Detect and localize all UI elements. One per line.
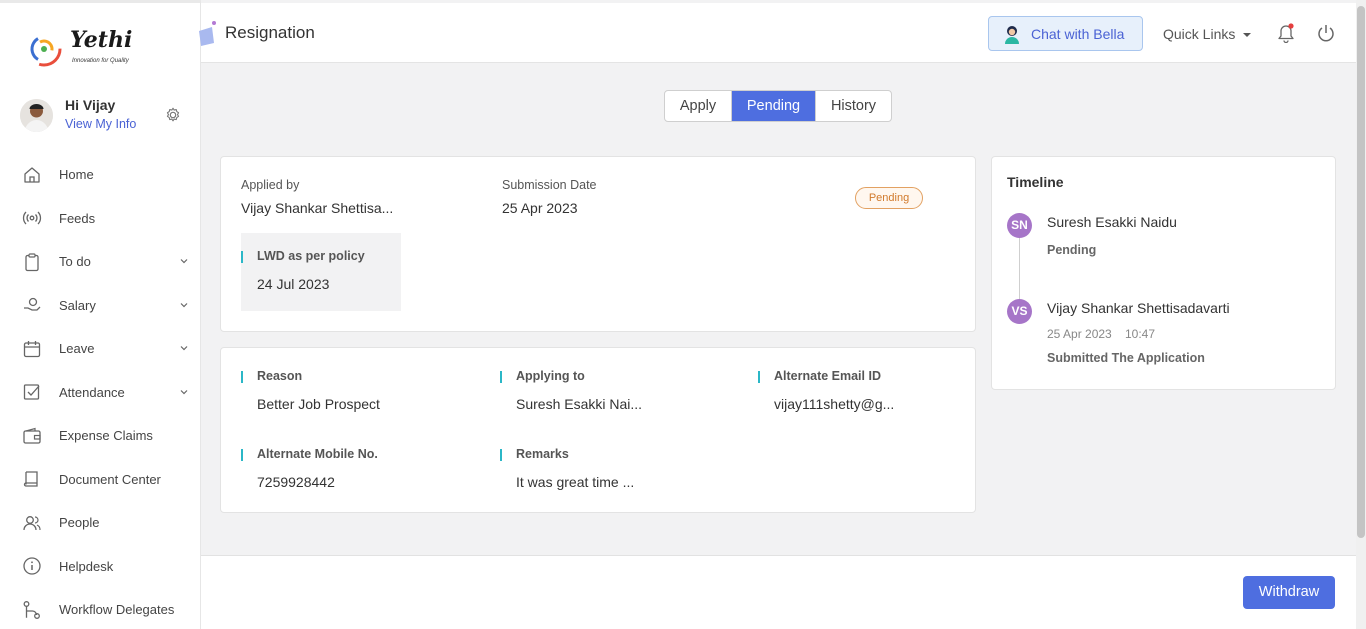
- timeline-entry-time: 10:47: [1125, 327, 1156, 341]
- caret-down-icon: [1243, 33, 1251, 37]
- power-logout-icon[interactable]: [1316, 23, 1336, 43]
- alternate-mobile-label: Alternate Mobile No.: [241, 447, 378, 461]
- logo-swirl-icon: [26, 31, 62, 67]
- chat-with-bella-button[interactable]: Chat with Bella: [988, 16, 1143, 51]
- status-tabs: Apply Pending History: [664, 90, 892, 122]
- applied-by-label: Applied by: [241, 178, 300, 192]
- sidebar-item-label: Expense Claims: [59, 428, 153, 444]
- sidebar-item-people[interactable]: People: [0, 501, 201, 545]
- tab-history[interactable]: History: [815, 91, 891, 121]
- timeline-entry-status: Submitted The Application: [1047, 351, 1205, 365]
- submission-date-value: 25 Apr 2023: [502, 200, 578, 216]
- reason-value: Better Job Prospect: [257, 396, 380, 412]
- clipboard-icon: [25, 253, 39, 271]
- action-footer: Withdraw: [201, 555, 1356, 629]
- feeds-icon: [22, 211, 42, 225]
- sidebar-item-feeds[interactable]: Feeds: [0, 197, 201, 241]
- workflow-icon: [23, 600, 40, 619]
- sidebar-item-label: People: [59, 515, 100, 531]
- chat-with-bella-label: Chat with Bella: [1031, 26, 1125, 42]
- applying-to-value: Suresh Esakki Nai...: [516, 396, 643, 412]
- sidebar-nav: Home Feeds To do Salary Leave Attendance: [0, 153, 201, 629]
- calendar-icon: [23, 340, 41, 357]
- submission-date-label: Submission Date: [502, 178, 597, 192]
- sidebar: Yethi Innovation for Quality Hi Vijay Vi…: [0, 0, 201, 629]
- sidebar-item-label: To do: [59, 254, 91, 270]
- timeline-avatar: VS: [1007, 299, 1032, 324]
- top-header: Resignation Chat with Bella Quick Links: [199, 3, 1356, 63]
- quick-links-dropdown[interactable]: Quick Links: [1163, 26, 1235, 42]
- alternate-mobile-value: 7259928442: [257, 474, 335, 490]
- logo-text: Yethi: [70, 27, 133, 53]
- sidebar-item-helpdesk[interactable]: Helpdesk: [0, 545, 201, 589]
- timeline-card: Timeline SN Suresh Esakki Naidu Pending …: [991, 156, 1336, 390]
- people-icon: [23, 515, 41, 530]
- resignation-summary-card: Applied by Vijay Shankar Shettisa... Sub…: [220, 156, 976, 332]
- gear-icon[interactable]: [164, 106, 182, 124]
- status-badge: Pending: [855, 187, 923, 209]
- timeline-connector: [1019, 237, 1020, 299]
- chevron-down-icon: [180, 302, 188, 307]
- lwd-label: LWD as per policy: [241, 249, 365, 263]
- sidebar-item-label: Attendance: [59, 384, 125, 400]
- attendance-icon: [23, 384, 40, 400]
- timeline-entry-status: Pending: [1047, 243, 1097, 257]
- timeline-entry-date: 25 Apr 2023: [1047, 327, 1112, 341]
- view-my-info-link[interactable]: View My Info: [65, 117, 136, 131]
- sidebar-item-expense-claims[interactable]: Expense Claims: [0, 414, 201, 458]
- sidebar-item-label: Feeds: [59, 210, 96, 226]
- remarks-value: It was great time ...: [516, 474, 635, 490]
- chevron-down-icon: [180, 346, 188, 351]
- withdraw-button[interactable]: Withdraw: [1243, 576, 1335, 609]
- book-icon: [23, 471, 38, 487]
- remarks-label: Remarks: [500, 447, 569, 461]
- sidebar-item-label: Salary: [59, 297, 96, 313]
- sidebar-item-leave[interactable]: Leave: [0, 327, 201, 371]
- sidebar-item-todo[interactable]: To do: [0, 240, 201, 284]
- reason-label: Reason: [241, 369, 302, 383]
- yethi-logo[interactable]: Yethi Innovation for Quality: [24, 27, 144, 71]
- sidebar-item-home[interactable]: Home: [0, 153, 201, 197]
- info-icon: [23, 557, 41, 575]
- sidebar-item-label: Helpdesk: [59, 558, 114, 574]
- chevron-down-icon: [180, 389, 188, 394]
- greeting: Hi Vijay: [65, 97, 116, 113]
- timeline-title: Timeline: [1007, 174, 1064, 190]
- sidebar-item-label: Document Center: [59, 471, 161, 487]
- sidebar-item-label: Leave: [59, 341, 95, 357]
- tab-pending[interactable]: Pending: [732, 91, 815, 121]
- lwd-value: 24 Jul 2023: [257, 276, 330, 292]
- scrollbar-thumb[interactable]: [1357, 6, 1365, 538]
- home-icon: [24, 167, 40, 183]
- chevron-down-icon: [180, 259, 188, 264]
- sidebar-item-label: Home: [59, 167, 94, 183]
- alternate-email-value: vijay111shetty@g...: [774, 396, 895, 412]
- avatar[interactable]: [20, 99, 53, 132]
- wallet-icon: [23, 427, 41, 444]
- sidebar-item-workflow-delegates[interactable]: Workflow Delegates: [0, 588, 201, 629]
- applying-to-label: Applying to: [500, 369, 585, 383]
- salary-icon: [24, 298, 41, 311]
- logo-tagline: Innovation for Quality: [72, 58, 129, 64]
- timeline-avatar: SN: [1007, 213, 1032, 238]
- bella-avatar-icon: [1005, 26, 1019, 44]
- timeline-entry-name: Vijay Shankar Shettisadavarti: [1047, 300, 1230, 316]
- resignation-details-card: Reason Better Job Prospect Applying to S…: [220, 347, 976, 513]
- sidebar-item-salary[interactable]: Salary: [0, 284, 201, 328]
- timeline-entry-name: Suresh Esakki Naidu: [1047, 214, 1177, 230]
- page-title: Resignation: [225, 23, 315, 42]
- applied-by-value: Vijay Shankar Shettisa...: [241, 200, 394, 216]
- sidebar-item-document-center[interactable]: Document Center: [0, 458, 201, 502]
- lwd-box: LWD as per policy 24 Jul 2023: [241, 233, 401, 311]
- profile-block: Hi Vijay View My Info: [20, 97, 190, 137]
- vertical-scrollbar[interactable]: [1356, 0, 1366, 629]
- alternate-email-label: Alternate Email ID: [758, 369, 881, 383]
- sidebar-item-label: Workflow Delegates: [59, 602, 175, 618]
- decorative-shape-icon: [199, 21, 216, 46]
- tab-apply[interactable]: Apply: [665, 91, 732, 121]
- sidebar-item-attendance[interactable]: Attendance: [0, 371, 201, 415]
- notification-bell-icon[interactable]: [1277, 23, 1295, 43]
